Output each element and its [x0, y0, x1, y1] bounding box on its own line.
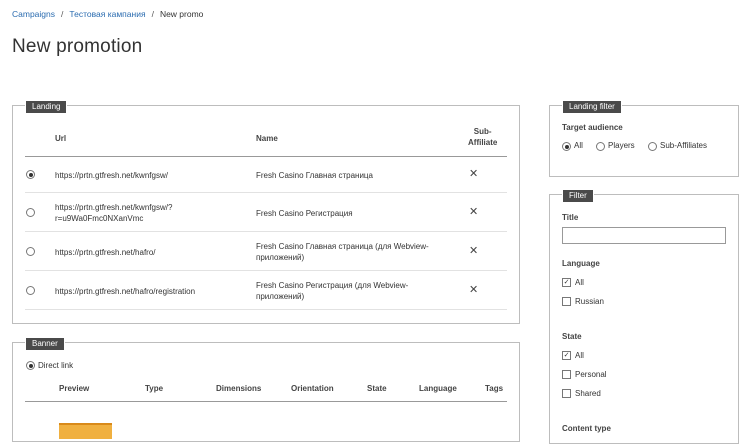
language-label: Language: [562, 259, 600, 268]
target-audience-label: Target audience: [562, 123, 623, 132]
landing-radio[interactable]: [26, 286, 35, 295]
dimensions-column-header: Dimensions: [216, 384, 262, 393]
state-personal-checkbox[interactable]: [562, 370, 571, 379]
preview-column-header: Preview: [59, 384, 90, 393]
sub-affiliate-column-header: Sub- Affiliate: [468, 126, 497, 148]
filter-legend: Filter: [562, 189, 594, 203]
landing-panel: Landing Url Name Sub- Affiliate https://…: [12, 100, 520, 324]
landing-radio[interactable]: [26, 247, 35, 256]
header-divider: [25, 156, 507, 157]
direct-link-radio[interactable]: [26, 361, 35, 370]
row-divider: [25, 309, 507, 310]
landing-radio[interactable]: [26, 170, 35, 179]
breadcrumb-campaigns-link[interactable]: Campaigns: [12, 9, 55, 19]
cross-icon: ✕: [469, 284, 479, 296]
audience-sub-affiliates-radio[interactable]: [648, 142, 657, 151]
state-all-label[interactable]: All: [575, 351, 584, 360]
name-cell: Fresh Casino Главная страница (для Webvi…: [256, 241, 429, 263]
breadcrumb-campaign-link[interactable]: Тестовая кампания: [69, 9, 145, 19]
orientation-column-header: Orientation: [291, 384, 334, 393]
row-divider: [25, 270, 507, 271]
name-cell: Fresh Casino Главная страница: [256, 171, 373, 180]
sub-affiliate-header-line2: Affiliate: [468, 138, 498, 147]
name-line1: Fresh Casino Главная страница (для Webvi…: [256, 242, 429, 251]
name-line2: приложений): [256, 292, 305, 301]
name-line2: приложений): [256, 253, 305, 262]
language-all-label[interactable]: All: [575, 278, 584, 287]
cross-icon: ✕: [469, 168, 479, 180]
name-cell: Fresh Casino Регистрация: [256, 209, 353, 218]
landing-filter-legend: Landing filter: [562, 100, 622, 114]
banner-panel: Banner Direct link Preview Type Dimensio…: [12, 337, 520, 442]
filter-panel: Filter Title Language ✓ All Russian Stat…: [549, 189, 739, 444]
audience-sub-affiliates-label[interactable]: Sub-Affiliates: [660, 141, 707, 150]
breadcrumb-current: New promo: [159, 9, 204, 19]
url-cell: https://prtn.gtfresh.net/hafro/: [55, 248, 156, 257]
url-cell: https://prtn.gtfresh.net/kwnfgsw/: [55, 171, 168, 180]
row-divider: [25, 231, 507, 232]
banner-header-divider: [25, 401, 507, 402]
audience-players-label[interactable]: Players: [608, 141, 635, 150]
banner-legend: Banner: [25, 337, 65, 351]
landing-filter-panel: Landing filter Target audience All Playe…: [549, 100, 739, 177]
url-cell: https://prtn.gtfresh.net/kwnfgsw/? r=u9W…: [55, 202, 172, 224]
tags-column-header: Tags: [485, 384, 504, 393]
state-column-header: State: [367, 384, 387, 393]
url-line1: https://prtn.gtfresh.net/kwnfgsw/?: [55, 203, 173, 212]
audience-all-label[interactable]: All: [574, 141, 583, 150]
language-russian-checkbox[interactable]: [562, 297, 571, 306]
landing-legend: Landing: [25, 100, 68, 114]
row-divider: [25, 192, 507, 193]
breadcrumb: Campaigns / Тестовая кампания / New promo: [12, 9, 203, 19]
state-personal-label[interactable]: Personal: [575, 370, 607, 379]
url-line2: r=u9Wa0Fmc0NXanVmc: [55, 214, 144, 223]
url-column-header: Url: [55, 134, 67, 143]
state-shared-label[interactable]: Shared: [575, 389, 601, 398]
audience-players-radio[interactable]: [596, 142, 605, 151]
page-title: New promotion: [12, 36, 143, 57]
cross-icon: ✕: [469, 206, 479, 218]
language-russian-label[interactable]: Russian: [575, 297, 604, 306]
direct-link-label[interactable]: Direct link: [38, 360, 73, 371]
name-line1: Fresh Casino Регистрация (для Webview-: [256, 281, 409, 290]
cross-icon: ✕: [469, 245, 479, 257]
url-cell: https://prtn.gtfresh.net/hafro/registrat…: [55, 287, 196, 296]
type-column-header: Type: [145, 384, 164, 393]
title-input[interactable]: [562, 227, 726, 244]
state-label: State: [562, 332, 582, 341]
check-icon[interactable]: ✓: [562, 351, 571, 360]
sub-affiliate-header-line1: Sub-: [473, 127, 492, 136]
state-shared-checkbox[interactable]: [562, 389, 571, 398]
breadcrumb-separator: /: [151, 9, 154, 19]
audience-all-radio[interactable]: [562, 142, 571, 151]
check-icon[interactable]: ✓: [562, 278, 571, 287]
breadcrumb-separator: /: [61, 9, 64, 19]
name-column-header: Name: [256, 134, 278, 143]
title-label: Title: [562, 213, 579, 222]
name-cell: Fresh Casino Регистрация (для Webview- п…: [256, 280, 408, 302]
language-column-header: Language: [419, 384, 457, 393]
landing-radio[interactable]: [26, 208, 35, 217]
banner-preview-thumbnail[interactable]: [59, 423, 112, 439]
